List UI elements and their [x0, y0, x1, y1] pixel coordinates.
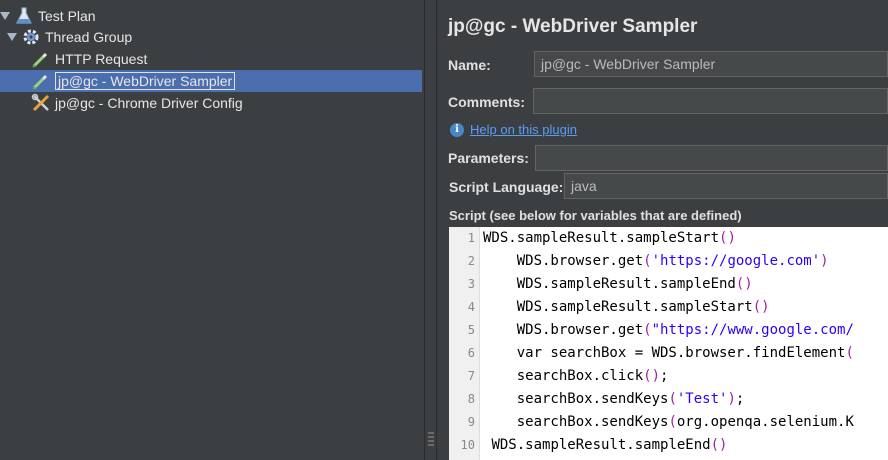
code-text: WDS.sampleResult.sampleStart() [516, 299, 770, 315]
script-label: Script (see below for variables that are… [449, 208, 742, 223]
code-line: 8 searchBox.sendKeys('Test'); [449, 388, 888, 411]
help-link[interactable]: Help on this plugin [470, 122, 577, 137]
line-number: 2 [467, 254, 475, 268]
code-text: var searchBox = WDS.browser.findElement( [516, 345, 854, 361]
line-number: 1 [467, 231, 475, 245]
code-line: 9 searchBox.sendKeys(org.openqa.selenium… [449, 411, 888, 434]
help-row: i Help on this plugin [450, 122, 577, 137]
tree-item-label: jp@gc - Chrome Driver Config [55, 95, 243, 111]
parameters-label: Parameters: [448, 150, 529, 166]
tree-item-label: Test Plan [38, 8, 96, 24]
code-text: searchBox.sendKeys(org.openqa.selenium.K [516, 414, 854, 430]
code-text: WDS.browser.get("https://www.google.com/ [516, 322, 854, 338]
line-number: 8 [467, 392, 475, 406]
tree-item-test-plan[interactable]: Test Plan [0, 5, 96, 27]
info-icon: i [450, 122, 464, 137]
panel-splitter[interactable] [424, 0, 437, 460]
tree-item-http-request[interactable]: HTTP Request [31, 48, 147, 70]
line-number: 3 [467, 277, 475, 291]
line-number: 4 [467, 300, 475, 314]
tools-icon [31, 93, 51, 113]
flask-icon [14, 6, 34, 26]
gear-icon [21, 27, 41, 47]
code-line: 6 var searchBox = WDS.browser.findElemen… [449, 342, 888, 365]
code-line: 1 WDS.sampleResult.sampleStart() [449, 227, 888, 250]
parameters-field[interactable] [535, 145, 888, 171]
sampler-config-panel: jp@gc - WebDriver Sampler Name: jp@gc - … [437, 0, 888, 460]
tree-item-label: jp@gc - WebDriver Sampler [55, 72, 236, 90]
code-text: WDS.browser.get('https://google.com') [516, 253, 829, 269]
test-plan-tree: Test Plan Thread Group HTTP Request jp@g… [0, 0, 424, 460]
code-line: 2 WDS.browser.get('https://google.com') [449, 250, 888, 273]
tree-item-label: Thread Group [45, 29, 133, 45]
line-number: 10 [460, 438, 475, 452]
tree-item-thread-group[interactable]: Thread Group [7, 26, 132, 48]
code-text: WDS.sampleResult.sampleStart() [483, 230, 736, 246]
code-line: 10 WDS.sampleResult.sampleEnd() [449, 434, 888, 457]
code-text: WDS.sampleResult.sampleEnd() [516, 276, 753, 292]
script-language-label: Script Language: [449, 179, 564, 195]
line-number: 9 [467, 415, 475, 429]
pipette-icon [31, 49, 51, 69]
panel-title: jp@gc - WebDriver Sampler [448, 16, 698, 37]
code-text: searchBox.click(); [516, 368, 669, 384]
comments-label: Comments: [448, 94, 526, 110]
code-line: 3 WDS.sampleResult.sampleEnd() [449, 273, 888, 296]
code-text: searchBox.sendKeys('Test'); [516, 391, 745, 407]
line-number: 5 [467, 323, 475, 337]
code-line: 7 searchBox.click(); [449, 365, 888, 388]
expand-arrow-icon[interactable] [7, 33, 17, 41]
tree-item-label: HTTP Request [55, 51, 148, 67]
line-number: 7 [467, 369, 475, 383]
code-text: WDS.sampleResult.sampleEnd() [491, 437, 728, 453]
splitter-grip-icon[interactable] [428, 430, 434, 450]
comments-field[interactable] [533, 88, 888, 114]
name-label: Name: [448, 57, 491, 73]
name-field[interactable]: jp@gc - WebDriver Sampler [534, 51, 888, 77]
script-editor[interactable]: 1 WDS.sampleResult.sampleStart() 2 WDS.bro… [449, 227, 888, 460]
line-number: 6 [467, 346, 475, 360]
pipette-icon [31, 71, 51, 91]
script-language-select[interactable]: java [564, 173, 888, 199]
code-line: 4 WDS.sampleResult.sampleStart() [449, 296, 888, 319]
code-line: 5 WDS.browser.get("https://www.google.co… [449, 319, 888, 342]
tree-item-chrome-driver-config[interactable]: jp@gc - Chrome Driver Config [31, 92, 243, 114]
tree-item-webdriver-sampler[interactable]: jp@gc - WebDriver Sampler [0, 70, 422, 92]
expand-arrow-icon[interactable] [0, 12, 10, 20]
